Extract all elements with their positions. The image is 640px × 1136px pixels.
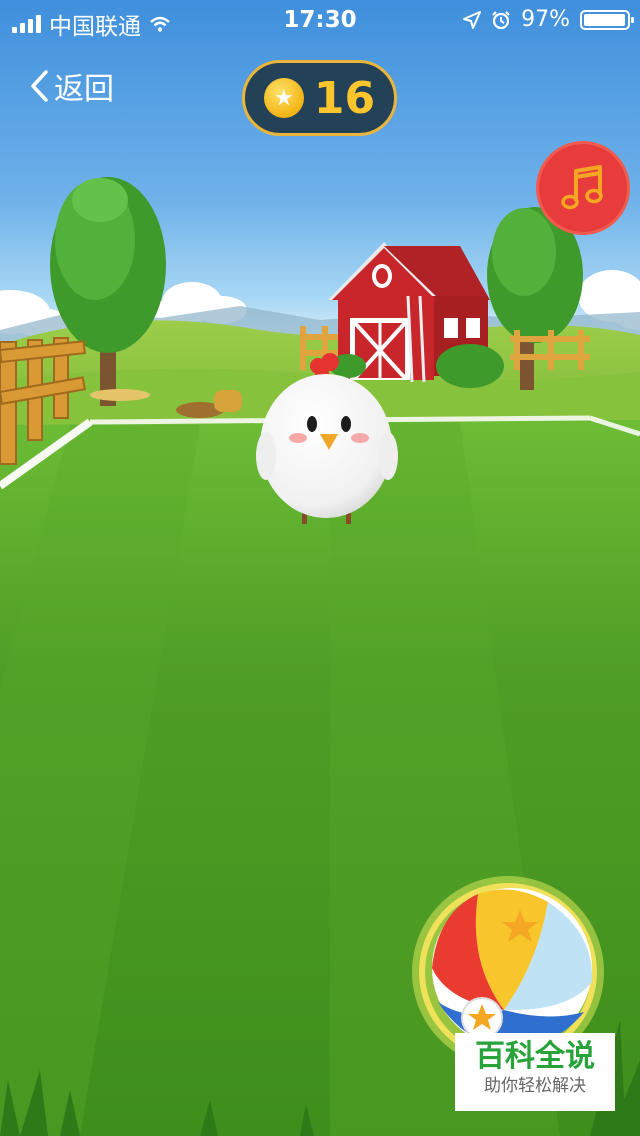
music-button[interactable] bbox=[536, 141, 630, 235]
chevron-left-icon bbox=[31, 70, 48, 102]
battery-percent: 97% bbox=[521, 7, 570, 32]
watermark-title: 百科全说 bbox=[475, 1039, 595, 1074]
music-note-icon bbox=[561, 165, 603, 210]
location-arrow-icon bbox=[463, 10, 482, 29]
watermark-subtitle: 助你轻松解决 bbox=[484, 1076, 586, 1096]
battery-fill bbox=[584, 13, 625, 26]
status-right: 97% bbox=[463, 7, 634, 32]
star-coin-icon: ★ bbox=[263, 78, 304, 118]
status-bar: 中国联通 17:30 97% bbox=[0, 0, 640, 40]
coin-count: 16 bbox=[313, 72, 376, 124]
alarm-icon bbox=[492, 10, 510, 29]
back-button[interactable]: 返回 bbox=[28, 64, 114, 108]
back-label: 返回 bbox=[54, 72, 114, 107]
coin-counter: ★ 16 bbox=[242, 60, 397, 136]
watermark: 百科全说 助你轻松解决 bbox=[455, 1033, 615, 1111]
battery-icon bbox=[580, 9, 634, 30]
